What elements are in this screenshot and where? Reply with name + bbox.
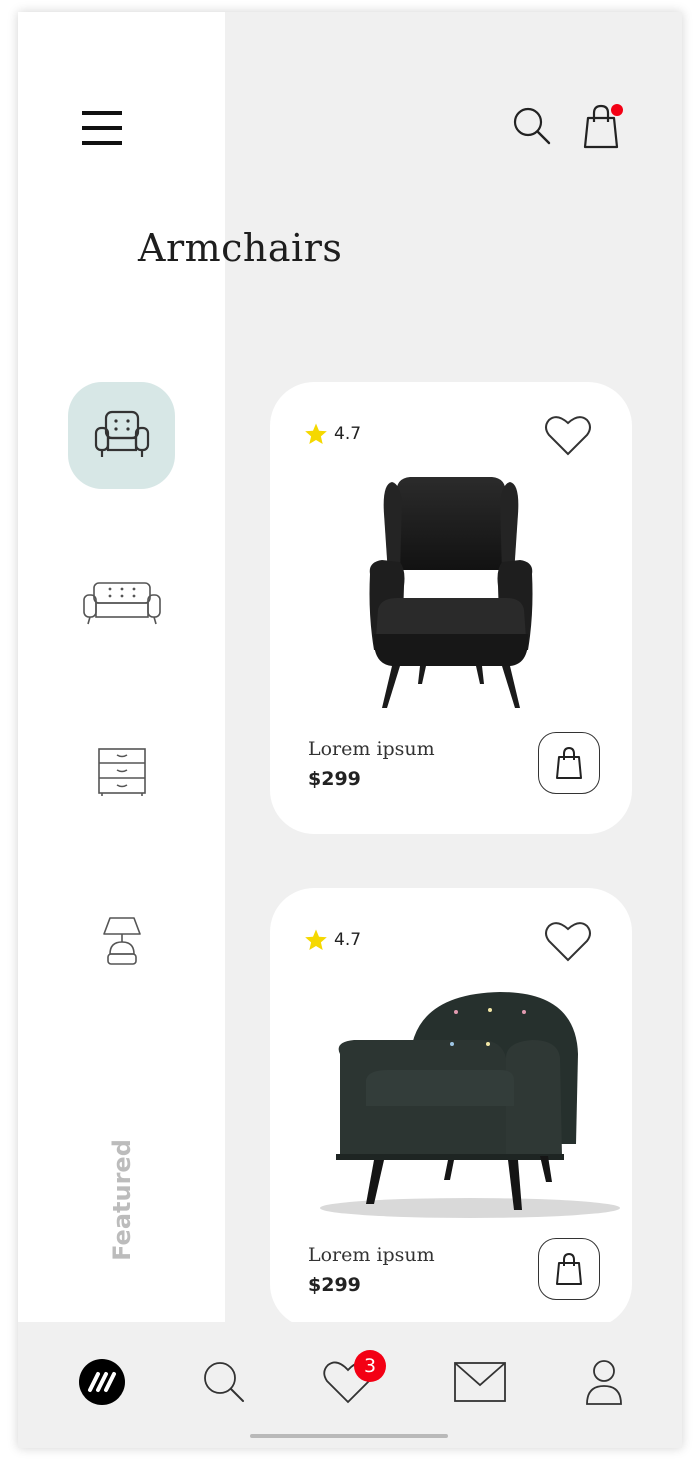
armchair-icon	[94, 410, 149, 457]
rating-value: 4.7	[334, 424, 362, 444]
hamburger-icon	[82, 111, 122, 145]
cart-notification-dot	[611, 104, 623, 116]
drawer-cabinet-icon	[97, 747, 146, 796]
favorite-button[interactable]	[544, 920, 592, 967]
nav-search[interactable]	[194, 1352, 254, 1412]
rating-value: 4.7	[334, 930, 362, 950]
category-sidebar	[18, 12, 225, 1322]
product-name: Lorem ipsum	[308, 738, 435, 760]
nav-profile[interactable]	[574, 1352, 634, 1412]
category-armchair[interactable]	[68, 382, 175, 489]
page-title: Armchairs	[138, 226, 343, 270]
nav-favorites[interactable]: 3	[318, 1350, 386, 1412]
category-drawer[interactable]	[68, 718, 175, 825]
product-image-tufted-armchair	[320, 992, 620, 1218]
add-to-cart-button[interactable]	[538, 732, 600, 794]
heart-icon	[545, 416, 591, 456]
shopping-bag-icon	[583, 104, 623, 149]
shopping-bag-icon	[556, 1252, 582, 1285]
header-search-button[interactable]	[508, 102, 556, 150]
product-image-wingback-armchair	[369, 477, 533, 708]
product-card[interactable]: 4.7 Lorem ipsum $299	[270, 888, 632, 1328]
product-price: $299	[308, 768, 361, 790]
favorite-button[interactable]	[544, 414, 592, 461]
product-price: $299	[308, 1274, 361, 1296]
product-card[interactable]: 4.7 Lorem ipsum $299	[270, 382, 632, 834]
bottom-navigation: 3	[18, 1322, 682, 1448]
product-name: Lorem ipsum	[308, 1244, 435, 1266]
category-sofa[interactable]	[68, 550, 175, 657]
star-icon	[305, 929, 327, 950]
home-logo-icon	[79, 1359, 125, 1405]
add-to-cart-button[interactable]	[538, 1238, 600, 1300]
nav-home[interactable]	[72, 1352, 132, 1412]
user-profile-icon	[586, 1360, 622, 1405]
sofa-icon	[82, 581, 161, 624]
home-indicator[interactable]	[250, 1434, 448, 1438]
menu-button[interactable]	[74, 100, 130, 156]
mail-icon	[454, 1362, 506, 1402]
rating: 4.7	[304, 422, 361, 446]
header-cart-button[interactable]	[574, 100, 628, 154]
heart-icon	[545, 922, 591, 962]
favorites-count-badge: 3	[354, 1350, 386, 1382]
star-icon	[305, 423, 327, 444]
lamp-icon	[102, 916, 141, 965]
category-lamp[interactable]	[68, 888, 175, 995]
shopping-bag-icon	[556, 746, 582, 779]
featured-label[interactable]: Featured	[108, 1139, 136, 1261]
search-icon	[513, 107, 551, 145]
phone-screen: Armchairs Featured 4.7 Lorem ipsum $299 …	[18, 12, 682, 1448]
nav-messages[interactable]	[450, 1352, 510, 1412]
search-icon	[204, 1362, 244, 1402]
rating: 4.7	[304, 928, 361, 952]
